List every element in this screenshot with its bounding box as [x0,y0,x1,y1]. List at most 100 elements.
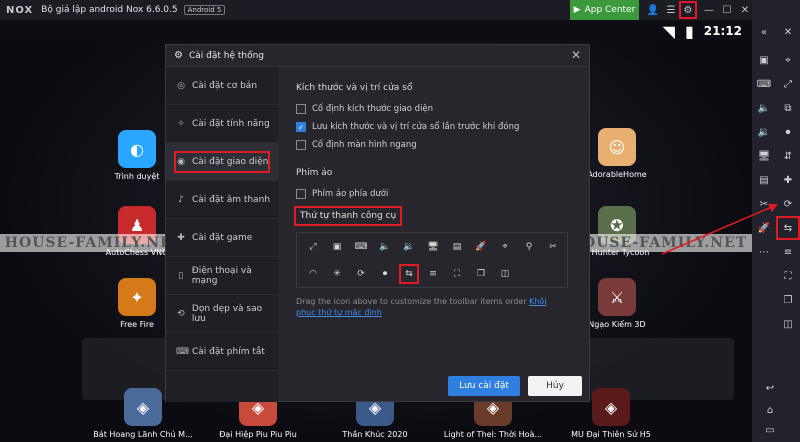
camera-icon[interactable]: ◫ [778,314,798,334]
recent-apps-icon[interactable]: ▭ [760,420,780,440]
checkbox[interactable] [296,140,306,150]
freefire-icon: ✦ [118,278,156,316]
nav-item-label: Cài đặt giao diện [192,156,269,167]
dialog-title: Cài đặt hệ thống [188,50,265,61]
sync-icon[interactable]: ⟳ [353,266,369,282]
record-icon[interactable]: ⏺ [377,266,393,282]
ngaokiem-icon: ⚔ [598,278,636,316]
loading-icon[interactable]: ✳ [329,266,345,282]
expand-icon[interactable]: ⤢ [778,74,798,94]
checkbox[interactable]: ✓ [296,122,306,132]
keyboard-icon[interactable]: ⌨ [353,239,369,255]
app-center-button[interactable]: ▶ App Center [570,0,639,20]
close-icon[interactable]: ✕ [738,3,752,17]
swap-icon[interactable]: ⇆ [399,264,419,284]
nav-item-basic[interactable]: ◎ Cài đặt cơ bản [166,67,278,105]
nav-item-label: Cài đặt phím tắt [192,346,265,357]
nav-item-feature[interactable]: ✧ Cài đặt tính năng [166,105,278,143]
virtual-keys-section-title: Phím ảo [296,168,333,178]
shake-icon[interactable]: ⇵ [778,146,798,166]
list-icon[interactable]: ≡ [425,266,441,282]
play-icon: ▶ [573,5,581,15]
menu-icon[interactable]: ☰ [664,3,678,17]
settings-gear-icon[interactable]: ⚙ [679,1,697,19]
option-label: Cố định kích thước giao diện [312,104,434,114]
app-label: Free Fire [120,320,154,329]
apk-icon[interactable]: ▤ [449,239,465,255]
scissors-icon[interactable]: ✂ [545,239,561,255]
list-icon[interactable]: ≡ [778,242,798,262]
option-save-window-position[interactable]: ✓ Lưu kích thước và vị trí cửa sổ lần tr… [296,118,573,136]
nav-item-phone-network[interactable]: ▯ Điện thoại và mạng [166,257,278,295]
rocket-icon[interactable]: 🚀 [754,218,774,238]
pin-icon[interactable]: ⚲ [521,239,537,255]
system-settings-dialog: ⚙ Cài đặt hệ thống ✕ ◎ Cài đặt cơ bản ✧ … [165,44,590,402]
nav-item-label: Dọn dẹp và sao lưu [191,303,263,324]
checkbox[interactable] [296,104,306,114]
nav-item-interface[interactable]: ◉ Cài đặt giao diện [166,143,278,181]
nav-item-cleanup-backup[interactable]: ⟲ Dọn dẹp và sao lưu [166,295,278,333]
checkbox[interactable] [296,189,306,199]
screen-icon[interactable]: ▣ [329,239,345,255]
camera-icon[interactable]: ◫ [497,266,513,282]
display-icon[interactable]: 🖥 [425,239,441,255]
cancel-button[interactable]: Hủy [528,376,582,396]
sound-settings-icon: ♪ [178,194,184,205]
settings-content: Kích thước và vị trí cửa sổ Cố định kích… [278,67,591,402]
window-title: Bộ giả lập android Nox 6.6.0.5 [41,5,178,15]
toolbar-hint: Drag the icon above to customize the too… [296,296,568,318]
fullscreen-icon[interactable]: ⛶ [778,266,798,286]
keyboard-icon[interactable]: ⌨ [754,74,774,94]
volume-up-icon[interactable]: 🔈 [377,239,393,255]
multi-window-icon[interactable]: ❐ [473,266,489,282]
watermark-text: HOUSE-FAMILY.NET [4,235,184,251]
screenshot-icon[interactable]: ✂ [754,194,774,214]
home-icon[interactable]: ⌂ [760,400,780,420]
shortcut-settings-icon: ⌨ [176,346,189,357]
basic-settings-icon: ◎ [177,80,185,91]
record-icon[interactable]: ⏺ [778,122,798,142]
swap-icon[interactable]: ⇆ [776,216,800,240]
nav-item-sound[interactable]: ♪ Cài đặt âm thanh [166,181,278,219]
app-label: MU Đại Thiên Sứ H5 [571,430,651,439]
display-icon[interactable]: 🖥 [754,146,774,166]
back-icon[interactable]: ↩ [760,378,780,398]
multi-instance-icon[interactable]: ⧉ [778,98,798,118]
volume-down-icon[interactable]: 🔉 [754,122,774,142]
option-fixed-size[interactable]: Cố định kích thước giao diện [296,100,573,118]
maximize-icon[interactable]: ☐ [720,3,734,17]
rocket-icon[interactable]: 🚀 [473,239,489,255]
signal-icon[interactable]: ◠ [305,266,321,282]
apk-icon[interactable]: ▤ [754,170,774,190]
expand-icon[interactable]: ⤢ [305,239,321,255]
android-version-badge: Android 5 [183,5,226,15]
more-icon[interactable]: ⋯ [754,242,774,262]
option-label: Lưu kích thước và vị trí cửa sổ lần trướ… [312,122,520,132]
save-settings-button[interactable]: Lưu cài đặt [448,376,520,396]
location-icon[interactable]: ⌖ [497,239,513,255]
window-icon[interactable]: ❐ [778,290,798,310]
screen-icon[interactable]: ▣ [754,50,774,70]
volume-up-icon[interactable]: 🔈 [754,98,774,118]
sync-icon[interactable]: ⟳ [778,194,798,214]
collapse-toolbar-icon[interactable]: « [754,22,774,42]
gamepad-icon[interactable]: ✚ [778,170,798,190]
dialog-close-icon[interactable]: ✕ [569,48,583,62]
minimize-icon[interactable]: — [702,3,716,17]
volume-down-icon[interactable]: 🔉 [401,239,417,255]
fullscreen-icon[interactable]: ⛶ [449,266,465,282]
wifi-icon: ◥ [662,21,675,41]
location-icon[interactable]: ⌖ [778,50,798,70]
close-toolbar-icon[interactable]: ✕ [778,22,798,42]
option-bottom-virtual-keys[interactable]: Phím ảo phía dưới [296,185,573,203]
option-fixed-landscape[interactable]: Cố định màn hình ngang [296,136,573,154]
hint-text: Drag the icon above to customize the too… [296,297,530,306]
battery-icon: ▮ [684,21,694,41]
nav-item-shortcut[interactable]: ⌨ Cài đặt phím tắt [166,333,278,371]
dock-app-icon: ◈ [592,388,630,426]
interface-settings-icon: ◉ [177,156,185,167]
app-label: Trình duyệt [114,172,160,181]
app-label: Light of Thel: Thời Hoà... [443,430,543,439]
account-icon[interactable]: 👤 [646,3,660,17]
nav-item-game[interactable]: ✚ Cài đặt game [166,219,278,257]
